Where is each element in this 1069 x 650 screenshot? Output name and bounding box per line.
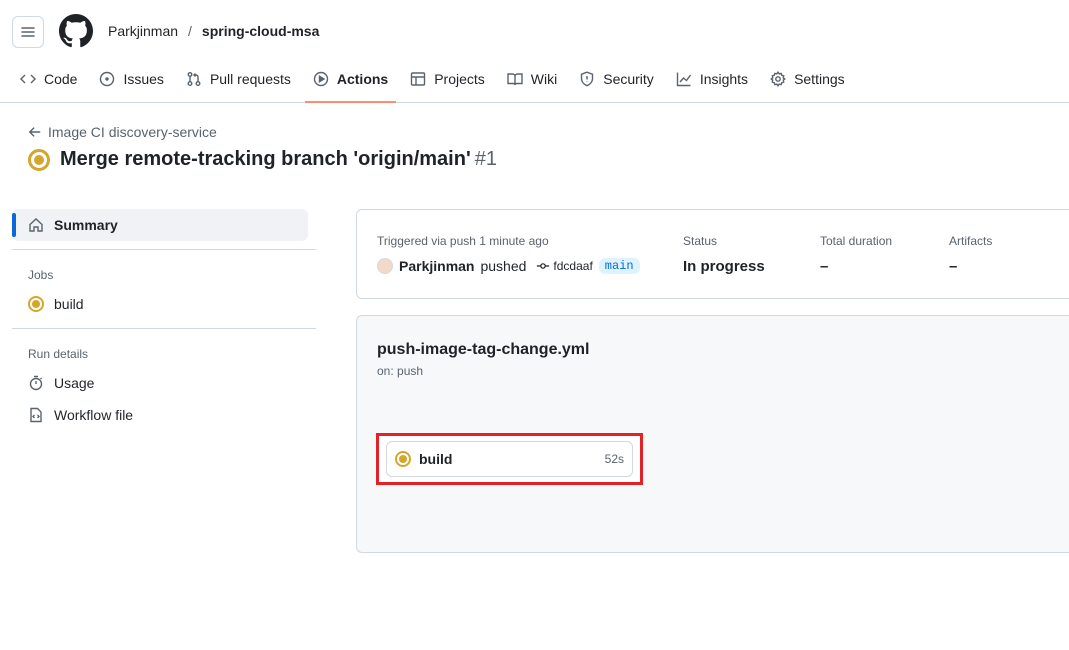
page-title: Merge remote-tracking branch 'origin/mai… (60, 148, 497, 171)
path-separator: / (188, 23, 192, 39)
artifacts-column: Artifacts – (949, 234, 992, 275)
tab-projects-label: Projects (434, 71, 485, 87)
back-link-label: Image CI discovery-service (48, 124, 217, 140)
stopwatch-icon (29, 375, 43, 391)
hamburger-menu-button[interactable] (12, 16, 44, 48)
artifacts-value: – (949, 258, 958, 275)
avatar[interactable] (377, 258, 393, 274)
file-code-icon (30, 407, 42, 423)
in-progress-status-icon (28, 296, 44, 312)
job-node-build[interactable]: build 52s (386, 441, 633, 477)
job-node-duration: 52s (604, 452, 624, 466)
home-icon (29, 218, 43, 232)
hamburger-icon (21, 27, 35, 37)
sidebar-item-workflow-file[interactable]: Workflow file (12, 399, 316, 431)
tab-code[interactable]: Code (12, 62, 85, 96)
repo-nav-tabs: Code Issues Pull requests Actions Projec… (12, 62, 859, 103)
run-title-row: Merge remote-tracking branch 'origin/mai… (28, 148, 497, 171)
tab-code-label: Code (44, 71, 78, 87)
sidebar-summary-label: Summary (54, 217, 118, 233)
artifacts-label: Artifacts (949, 234, 993, 248)
run-sidebar: Summary Jobs build Run details Usage Wor… (12, 209, 316, 431)
job-node-name: build (419, 451, 453, 467)
tab-pull-requests[interactable]: Pull requests (178, 62, 299, 96)
tab-insights-label: Insights (699, 71, 749, 87)
tab-settings-label: Settings (794, 71, 845, 87)
sidebar-usage-label: Usage (54, 375, 95, 391)
repo-name-link[interactable]: spring-cloud-msa (202, 23, 319, 39)
trigger-details: Parkjinman pushed fdcdaaf main (377, 258, 640, 274)
tab-projects[interactable]: Projects (402, 62, 493, 96)
tab-issues[interactable]: Issues (91, 62, 171, 96)
tab-issues-label: Issues (123, 71, 164, 87)
git-commit-icon (537, 263, 550, 269)
pull-request-icon (187, 72, 201, 86)
in-progress-status-icon (395, 451, 411, 467)
tab-actions[interactable]: Actions (304, 62, 397, 103)
repo-header: Parkjinman / spring-cloud-msa Code Issue… (0, 0, 1069, 103)
tab-actions-label: Actions (336, 71, 389, 87)
tab-wiki[interactable]: Wiki (499, 62, 565, 96)
run-summary-card: Triggered via push 1 minute ago Parkjinm… (356, 209, 1069, 299)
trigger-column: Triggered via push 1 minute ago Parkjinm… (377, 234, 640, 274)
sidebar-divider (12, 249, 316, 250)
commit-sha: fdcdaaf (553, 259, 593, 273)
arrow-left-icon (28, 127, 41, 137)
status-column: Status In progress (683, 234, 765, 275)
book-icon (507, 73, 523, 86)
shield-icon (581, 71, 594, 87)
sidebar-job-label: build (54, 296, 84, 312)
highlight-box: build 52s (376, 433, 643, 485)
tab-insights[interactable]: Insights (668, 62, 756, 96)
tab-security[interactable]: Security (571, 62, 662, 96)
triggered-label: Triggered via push 1 minute ago (377, 234, 549, 248)
sidebar-divider (12, 328, 316, 329)
issue-icon (100, 71, 115, 87)
action-text: pushed (480, 258, 527, 274)
gear-icon (770, 71, 787, 87)
back-to-workflow-link[interactable]: Image CI discovery-service (28, 124, 217, 140)
status-value: In progress (683, 258, 765, 275)
sidebar-item-build-job[interactable]: build (12, 288, 316, 320)
sidebar-workflow-file-label: Workflow file (54, 407, 134, 423)
tab-settings[interactable]: Settings (762, 62, 853, 96)
in-progress-status-icon (28, 148, 50, 171)
commit-link[interactable]: fdcdaaf (536, 259, 593, 273)
branch-label[interactable]: main (598, 258, 640, 274)
duration-column: Total duration – (820, 234, 892, 275)
sidebar-item-summary[interactable]: Summary (12, 209, 308, 241)
run-title-text: Merge remote-tracking branch 'origin/mai… (60, 148, 471, 170)
sidebar-item-usage[interactable]: Usage (12, 367, 316, 399)
graph-icon (676, 72, 691, 87)
duration-value: – (820, 258, 829, 275)
repo-owner-link[interactable]: Parkjinman (108, 23, 178, 39)
code-icon (20, 74, 36, 84)
status-label: Status (683, 234, 718, 248)
table-icon (411, 72, 426, 86)
duration-label: Total duration (820, 234, 893, 248)
tab-wiki-label: Wiki (530, 71, 558, 87)
play-icon (313, 71, 329, 87)
jobs-heading: Jobs (28, 268, 54, 282)
tab-security-label: Security (603, 71, 654, 87)
workflow-file-name: push-image-tag-change.yml (377, 341, 590, 358)
workflow-trigger: on: push (377, 364, 424, 378)
run-details-heading: Run details (28, 347, 89, 361)
actor-link[interactable]: Parkjinman (399, 258, 474, 274)
github-logo-icon[interactable] (59, 14, 93, 48)
repo-breadcrumb: Parkjinman / spring-cloud-msa (108, 23, 319, 39)
run-number: #1 (474, 148, 497, 170)
tab-pull-requests-label: Pull requests (209, 71, 291, 87)
